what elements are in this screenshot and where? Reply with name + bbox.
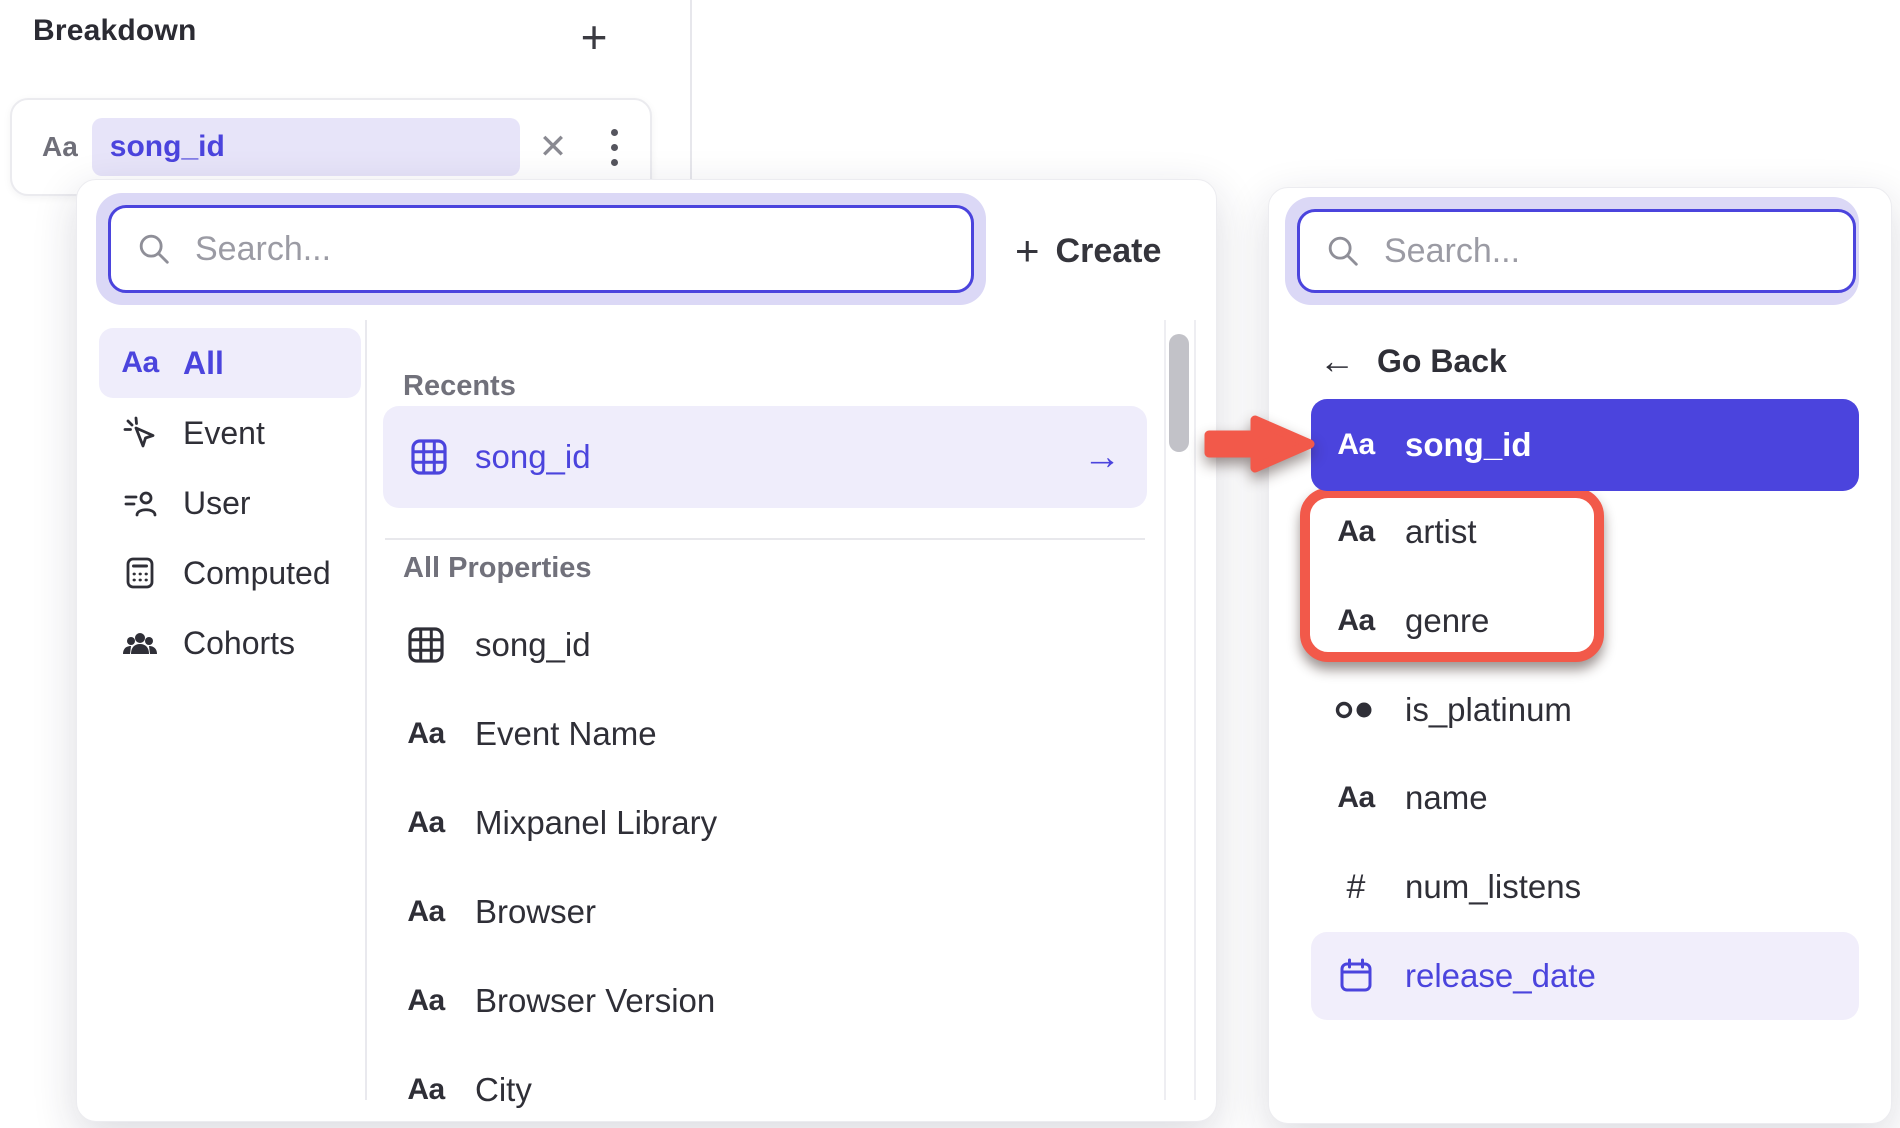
text-type-icon: Aa: [403, 895, 449, 929]
breakdown-section-title: Breakdown: [33, 14, 197, 48]
scrollbar-thumb[interactable]: [1169, 334, 1189, 452]
value-picker-panel: ← Go Back Aa song_id Aa artist Aa genre …: [1268, 187, 1892, 1124]
calculator-icon: [119, 555, 161, 591]
scrollbar-track-border: [1164, 320, 1166, 1100]
search-icon: [1324, 232, 1362, 270]
all-properties-list: song_id Aa Event Name Aa Mixpanel Librar…: [383, 600, 1147, 1122]
all-properties-heading: All Properties: [403, 552, 592, 585]
recent-property-song-id[interactable]: song_id →: [383, 406, 1147, 508]
table-grid-icon: [403, 625, 449, 665]
value-item-release-date[interactable]: release_date: [1311, 932, 1859, 1020]
scrollbar-track-border: [1194, 320, 1196, 1100]
search-field-focus-ring: [96, 193, 986, 305]
value-item-name[interactable]: Aa name: [1311, 758, 1859, 838]
property-item-city[interactable]: Aa City: [383, 1045, 1147, 1122]
plus-icon: +: [1015, 230, 1040, 272]
text-type-icon: Aa: [1333, 604, 1379, 638]
add-breakdown-button[interactable]: +: [566, 6, 622, 68]
property-item-song-id[interactable]: song_id: [383, 600, 1147, 689]
text-type-icon: Aa: [1333, 781, 1379, 815]
value-search-field[interactable]: [1297, 209, 1856, 293]
list-divider-vertical: [365, 320, 367, 1100]
recents-heading: Recents: [403, 370, 516, 403]
table-grid-icon: [409, 437, 449, 477]
cohorts-people-icon: [119, 625, 161, 661]
section-divider: [385, 538, 1145, 540]
search-field-focus-ring: [1285, 197, 1859, 305]
breakdown-chip-label: song_id: [110, 130, 225, 164]
property-item-browser[interactable]: Aa Browser: [383, 867, 1147, 956]
drill-in-arrow-icon[interactable]: →: [1083, 436, 1121, 479]
go-back-button[interactable]: ← Go Back: [1319, 336, 1507, 386]
value-search-input[interactable]: [1382, 231, 1829, 272]
category-all[interactable]: Aa All: [99, 328, 361, 398]
text-type-icon: Aa: [403, 806, 449, 840]
annotation-arrow: [1197, 407, 1319, 481]
category-user[interactable]: User: [99, 468, 361, 538]
create-property-button[interactable]: + Create: [1015, 222, 1161, 280]
category-cohorts[interactable]: Cohorts: [99, 608, 361, 678]
breakdown-chip[interactable]: song_id: [92, 118, 520, 176]
value-item-artist[interactable]: Aa artist: [1311, 492, 1859, 572]
category-event[interactable]: Event: [99, 398, 361, 468]
value-item-is-platinum[interactable]: is_platinum: [1311, 670, 1859, 750]
category-sidebar: Aa All Event User: [99, 328, 361, 678]
number-icon: #: [1333, 868, 1379, 907]
property-picker-panel: + Create Aa All Event: [76, 179, 1217, 1122]
property-item-event-name[interactable]: Aa Event Name: [383, 689, 1147, 778]
user-icon: [119, 485, 161, 521]
property-search-input[interactable]: [193, 229, 947, 270]
value-item-song-id[interactable]: Aa song_id: [1311, 399, 1859, 491]
search-icon: [135, 230, 173, 268]
text-type-icon: Aa: [403, 717, 449, 751]
property-item-mixpanel-library[interactable]: Aa Mixpanel Library: [383, 778, 1147, 867]
calendar-icon: [1333, 957, 1379, 995]
property-search-field[interactable]: [108, 205, 974, 293]
boolean-icon: [1333, 695, 1379, 725]
value-item-genre[interactable]: Aa genre: [1311, 581, 1859, 661]
text-type-icon: Aa: [1333, 515, 1379, 549]
event-click-icon: [119, 415, 161, 451]
text-type-icon: Aa: [403, 1073, 449, 1107]
text-type-icon: Aa: [1333, 428, 1379, 462]
value-item-num-listens[interactable]: # num_listens: [1311, 847, 1859, 927]
text-type-icon: Aa: [42, 131, 78, 163]
text-type-icon: Aa: [403, 984, 449, 1018]
property-item-browser-version[interactable]: Aa Browser Version: [383, 956, 1147, 1045]
category-computed[interactable]: Computed: [99, 538, 361, 608]
back-arrow-icon: ←: [1319, 343, 1355, 379]
text-type-icon: Aa: [119, 346, 161, 380]
sidebar-right-border: [690, 0, 692, 182]
